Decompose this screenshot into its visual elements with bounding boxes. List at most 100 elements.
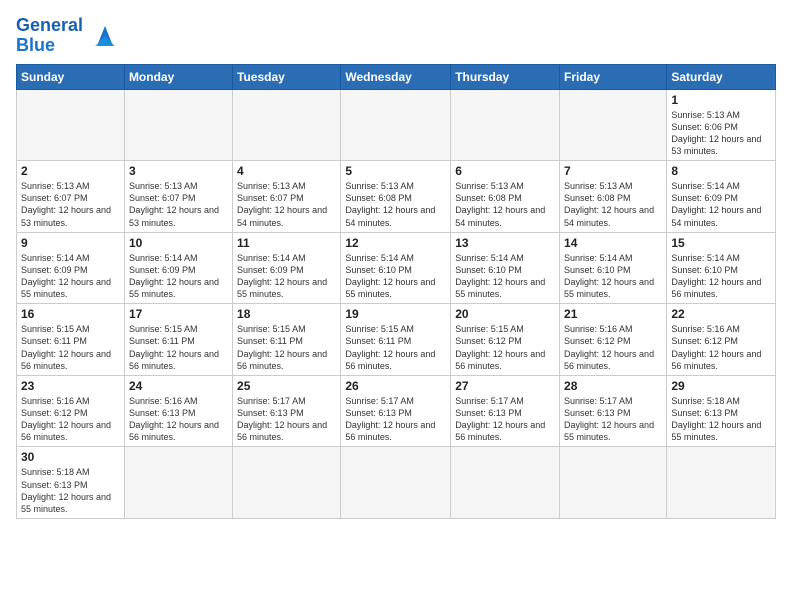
calendar-cell: 18 Sunrise: 5:15 AM Sunset: 6:11 PM Dayli… [233, 304, 341, 376]
day-info: Sunrise: 5:14 AM Sunset: 6:09 PM Dayligh… [129, 252, 228, 301]
day-info: Sunrise: 5:13 AM Sunset: 6:08 PM Dayligh… [345, 180, 446, 229]
calendar-cell: 24 Sunrise: 5:16 AM Sunset: 6:13 PM Dayli… [124, 375, 232, 447]
calendar-cell: 5 Sunrise: 5:13 AM Sunset: 6:08 PM Daylig… [341, 161, 451, 233]
calendar-cell: 13Sunrise: 5:14 AM Sunset: 6:10 PM Dayli… [451, 232, 560, 304]
calendar-cell [451, 447, 560, 519]
day-number: 16 [21, 307, 120, 321]
calendar-cell: 4 Sunrise: 5:13 AM Sunset: 6:07 PM Daylig… [233, 161, 341, 233]
day-number: 3 [129, 164, 228, 178]
calendar-cell [560, 89, 667, 161]
day-number: 15 [671, 236, 771, 250]
day-info: Sunrise: 5:18 AM Sunset: 6:13 PM Dayligh… [21, 466, 120, 515]
calendar-cell: 1 Sunrise: 5:13 AM Sunset: 6:06 PM Daylig… [667, 89, 776, 161]
calendar-cell [17, 89, 125, 161]
calendar-cell: 9Sunrise: 5:14 AM Sunset: 6:09 PM Daylig… [17, 232, 125, 304]
day-number: 1 [671, 93, 771, 107]
day-info: Sunrise: 5:17 AM Sunset: 6:13 PM Dayligh… [345, 395, 446, 444]
calendar-cell: 7 Sunrise: 5:13 AM Sunset: 6:08 PM Daylig… [560, 161, 667, 233]
day-number: 25 [237, 379, 336, 393]
day-number: 10 [129, 236, 228, 250]
calendar-cell: 26 Sunrise: 5:17 AM Sunset: 6:13 PM Dayli… [341, 375, 451, 447]
day-number: 5 [345, 164, 446, 178]
calendar-cell: 19Sunrise: 5:15 AM Sunset: 6:11 PM Dayli… [341, 304, 451, 376]
day-number: 4 [237, 164, 336, 178]
day-info: Sunrise: 5:17 AM Sunset: 6:13 PM Dayligh… [237, 395, 336, 444]
day-info: Sunrise: 5:16 AM Sunset: 6:12 PM Dayligh… [671, 323, 771, 372]
day-number: 26 [345, 379, 446, 393]
weekday-header-thursday: Thursday [451, 64, 560, 89]
calendar-cell [341, 89, 451, 161]
day-info: Sunrise: 5:14 AM Sunset: 6:10 PM Dayligh… [345, 252, 446, 301]
calendar-cell [560, 447, 667, 519]
day-number: 6 [455, 164, 555, 178]
day-number: 23 [21, 379, 120, 393]
calendar-cell: 8 Sunrise: 5:14 AM Sunset: 6:09 PM Daylig… [667, 161, 776, 233]
day-number: 29 [671, 379, 771, 393]
calendar-cell: 12Sunrise: 5:14 AM Sunset: 6:10 PM Dayli… [341, 232, 451, 304]
calendar-cell [667, 447, 776, 519]
day-info: Sunrise: 5:14 AM Sunset: 6:09 PM Dayligh… [21, 252, 120, 301]
calendar-cell: 30 Sunrise: 5:18 AM Sunset: 6:13 PM Dayli… [17, 447, 125, 519]
calendar-cell [124, 447, 232, 519]
day-number: 17 [129, 307, 228, 321]
weekday-header-saturday: Saturday [667, 64, 776, 89]
day-info: Sunrise: 5:16 AM Sunset: 6:12 PM Dayligh… [21, 395, 120, 444]
calendar-cell: 27Sunrise: 5:17 AM Sunset: 6:13 PM Dayli… [451, 375, 560, 447]
calendar-week-5: 23 Sunrise: 5:16 AM Sunset: 6:12 PM Dayli… [17, 375, 776, 447]
page-header: General Blue [16, 16, 776, 56]
calendar-week-2: 2 Sunrise: 5:13 AM Sunset: 6:07 PM Daylig… [17, 161, 776, 233]
calendar-cell: 10 Sunrise: 5:14 AM Sunset: 6:09 PM Dayli… [124, 232, 232, 304]
day-info: Sunrise: 5:14 AM Sunset: 6:09 PM Dayligh… [237, 252, 336, 301]
calendar-week-6: 30 Sunrise: 5:18 AM Sunset: 6:13 PM Dayli… [17, 447, 776, 519]
day-info: Sunrise: 5:13 AM Sunset: 6:07 PM Dayligh… [237, 180, 336, 229]
day-info: Sunrise: 5:14 AM Sunset: 6:10 PM Dayligh… [455, 252, 555, 301]
day-info: Sunrise: 5:14 AM Sunset: 6:09 PM Dayligh… [671, 180, 771, 229]
calendar-cell [124, 89, 232, 161]
calendar-cell [233, 89, 341, 161]
weekday-header-tuesday: Tuesday [233, 64, 341, 89]
day-number: 7 [564, 164, 662, 178]
weekday-header-friday: Friday [560, 64, 667, 89]
day-number: 18 [237, 307, 336, 321]
calendar-cell: 22 Sunrise: 5:16 AM Sunset: 6:12 PM Dayli… [667, 304, 776, 376]
calendar-cell: 20 Sunrise: 5:15 AM Sunset: 6:12 PM Dayli… [451, 304, 560, 376]
day-number: 8 [671, 164, 771, 178]
day-number: 27 [455, 379, 555, 393]
day-info: Sunrise: 5:13 AM Sunset: 6:07 PM Dayligh… [129, 180, 228, 229]
day-info: Sunrise: 5:18 AM Sunset: 6:13 PM Dayligh… [671, 395, 771, 444]
calendar-week-1: 1 Sunrise: 5:13 AM Sunset: 6:06 PM Daylig… [17, 89, 776, 161]
day-info: Sunrise: 5:16 AM Sunset: 6:13 PM Dayligh… [129, 395, 228, 444]
calendar-cell: 16 Sunrise: 5:15 AM Sunset: 6:11 PM Dayli… [17, 304, 125, 376]
day-number: 21 [564, 307, 662, 321]
day-info: Sunrise: 5:17 AM Sunset: 6:13 PM Dayligh… [564, 395, 662, 444]
calendar-cell: 15 Sunrise: 5:14 AM Sunset: 6:10 PM Dayli… [667, 232, 776, 304]
day-number: 28 [564, 379, 662, 393]
day-info: Sunrise: 5:16 AM Sunset: 6:12 PM Dayligh… [564, 323, 662, 372]
day-info: Sunrise: 5:13 AM Sunset: 6:06 PM Dayligh… [671, 109, 771, 158]
day-info: Sunrise: 5:13 AM Sunset: 6:08 PM Dayligh… [455, 180, 555, 229]
logo-general: General [16, 15, 83, 35]
day-number: 2 [21, 164, 120, 178]
day-number: 20 [455, 307, 555, 321]
day-info: Sunrise: 5:14 AM Sunset: 6:10 PM Dayligh… [671, 252, 771, 301]
logo-text: General Blue [16, 16, 83, 56]
day-info: Sunrise: 5:15 AM Sunset: 6:11 PM Dayligh… [237, 323, 336, 372]
weekday-header-wednesday: Wednesday [341, 64, 451, 89]
calendar-cell [451, 89, 560, 161]
day-number: 11 [237, 236, 336, 250]
calendar-cell [233, 447, 341, 519]
calendar-cell: 28 Sunrise: 5:17 AM Sunset: 6:13 PM Dayli… [560, 375, 667, 447]
day-number: 22 [671, 307, 771, 321]
day-info: Sunrise: 5:13 AM Sunset: 6:08 PM Dayligh… [564, 180, 662, 229]
day-number: 19 [345, 307, 446, 321]
day-info: Sunrise: 5:15 AM Sunset: 6:12 PM Dayligh… [455, 323, 555, 372]
day-number: 24 [129, 379, 228, 393]
day-number: 30 [21, 450, 120, 464]
day-number: 14 [564, 236, 662, 250]
day-info: Sunrise: 5:15 AM Sunset: 6:11 PM Dayligh… [21, 323, 120, 372]
calendar-cell: 21 Sunrise: 5:16 AM Sunset: 6:12 PM Dayli… [560, 304, 667, 376]
day-info: Sunrise: 5:13 AM Sunset: 6:07 PM Dayligh… [21, 180, 120, 229]
calendar-cell: 3 Sunrise: 5:13 AM Sunset: 6:07 PM Daylig… [124, 161, 232, 233]
calendar-cell: 2 Sunrise: 5:13 AM Sunset: 6:07 PM Daylig… [17, 161, 125, 233]
weekday-header-monday: Monday [124, 64, 232, 89]
